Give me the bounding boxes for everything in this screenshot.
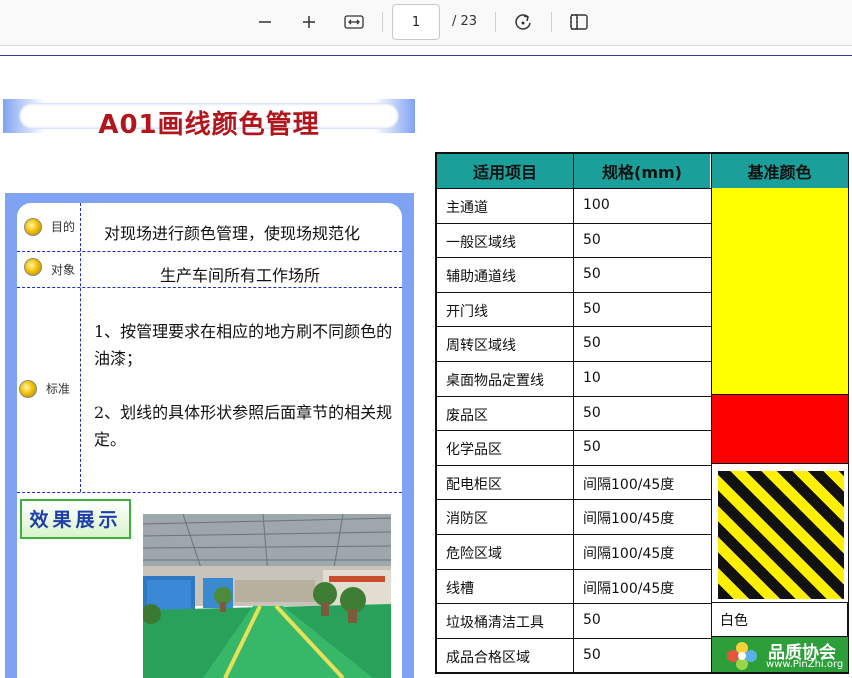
table-cell-item: 成品合格区域 (446, 649, 530, 666)
table-row-line (437, 223, 711, 224)
table-row-line (437, 292, 711, 293)
table-cell-item: 主通道 (446, 200, 488, 216)
rotate-button[interactable] (507, 6, 539, 38)
table-row-line (437, 465, 711, 466)
standard-item-1: 1、按管理要求在相应的地方刷不同颜色的油漆； (94, 322, 393, 368)
red-color-swatch (712, 395, 848, 463)
row-divider (17, 251, 402, 252)
table-row-line (437, 326, 711, 327)
table-row-line (711, 602, 848, 603)
purpose-text: 对现场进行颜色管理，使现场规范化 (104, 224, 361, 243)
table-row-line (711, 394, 848, 395)
page-total: / 23 (452, 14, 478, 29)
page-top-border (0, 55, 852, 56)
table-row-line (437, 430, 711, 431)
table-cell-item: 废品区 (446, 407, 488, 424)
column-divider (80, 203, 81, 492)
table-cell-item: 配电柜区 (446, 476, 502, 493)
table-row-line (437, 396, 711, 397)
minus-icon (259, 21, 271, 23)
table-cell-spec: 50 (583, 404, 601, 421)
row-divider (17, 492, 402, 493)
yellow-color-swatch (712, 188, 848, 394)
table-row-line (711, 463, 848, 464)
table-cell-item: 桌面物品定置线 (446, 373, 544, 389)
table-cell-spec: 50 (583, 439, 601, 456)
table-cell-item: 化学品区 (446, 442, 502, 459)
document-properties-icon (570, 14, 588, 30)
factory-floor-photo (143, 514, 391, 678)
table-cell-spec: 10 (583, 370, 601, 386)
standard-text: 1、按管理要求在相应的地方刷不同颜色的油漆； 2、划线的具体形状参照后面章节的相… (94, 318, 394, 480)
table-col-divider (711, 154, 712, 672)
table-header-item: 适用项目 (437, 154, 573, 188)
fit-width-icon (344, 15, 364, 29)
watermark-flower-icon (727, 642, 757, 670)
table-cell-spec: 50 (583, 231, 601, 248)
toolbar-separator (495, 12, 496, 32)
white-color-label: 白色 (720, 613, 748, 629)
zoom-out-button[interactable] (249, 6, 281, 38)
toolbar-separator (382, 12, 383, 32)
table-cell-spec: 50 (583, 612, 601, 629)
page-number-input[interactable]: 1 (392, 4, 440, 40)
pdf-toolbar: 1 / 23 (0, 0, 852, 46)
bullet-icon (24, 218, 42, 236)
page-title: A01画线颜色管理 (98, 110, 320, 140)
table-cell-item: 一般区域线 (446, 234, 516, 251)
table-row-line (437, 534, 711, 535)
table-row-line (437, 361, 711, 362)
table-cell-spec: 50 (583, 335, 601, 352)
row-divider (17, 287, 402, 288)
table-cell-spec: 间隔100/45度 (583, 511, 675, 528)
purpose-label: 目的 (51, 220, 76, 234)
target-label: 对象 (51, 263, 76, 277)
standard-label: 标准 (46, 382, 71, 396)
table-row-line (437, 603, 711, 604)
table-row-line (437, 638, 711, 639)
table-cell-item: 开门线 (446, 303, 488, 320)
bullet-icon (24, 258, 42, 276)
table-header-spec: 规格(mm) (574, 154, 710, 188)
black-yellow-stripe-swatch (718, 471, 844, 599)
table-cell-item: 垃圾桶清洁工具 (446, 615, 544, 632)
zoom-in-button[interactable] (293, 6, 325, 38)
table-header-color: 基准颜色 (711, 154, 848, 188)
target-text: 生产车间所有工作场所 (160, 266, 321, 285)
table-cell-spec: 50 (583, 646, 601, 663)
table-row-line (437, 499, 711, 500)
table-cell-spec: 100 (583, 197, 610, 213)
toolbar-separator (551, 12, 552, 32)
table-cell-item: 危险区域 (446, 546, 502, 562)
table-cell-spec: 间隔100/45度 (583, 546, 675, 562)
table-row-line (437, 569, 711, 570)
table-cell-item: 消防区 (446, 511, 488, 528)
plus-icon (303, 16, 315, 28)
factory-floor-image (143, 514, 391, 678)
table-cell-item: 线槽 (446, 580, 474, 597)
fit-width-button[interactable] (338, 6, 370, 38)
effect-label: 效果展示 (29, 509, 122, 531)
table-cell-item: 辅助通道线 (446, 269, 516, 286)
table-cell-spec: 间隔100/45度 (583, 476, 675, 493)
table-cell-spec: 50 (583, 300, 601, 317)
standard-item-2: 2、划线的具体形状参照后面章节的相关规定。 (94, 403, 393, 449)
table-row-line (437, 188, 711, 189)
table-row-line (437, 257, 711, 258)
watermark-url: www.PinZhi.org (766, 659, 844, 670)
table-cell-spec: 50 (583, 266, 601, 283)
bullet-icon (19, 380, 37, 398)
document-properties-button[interactable] (563, 6, 595, 38)
table-cell-item: 周转区域线 (446, 338, 516, 355)
table-cell-spec: 间隔100/45度 (583, 580, 675, 597)
table-col-divider (573, 154, 574, 672)
rotate-icon (515, 14, 531, 30)
